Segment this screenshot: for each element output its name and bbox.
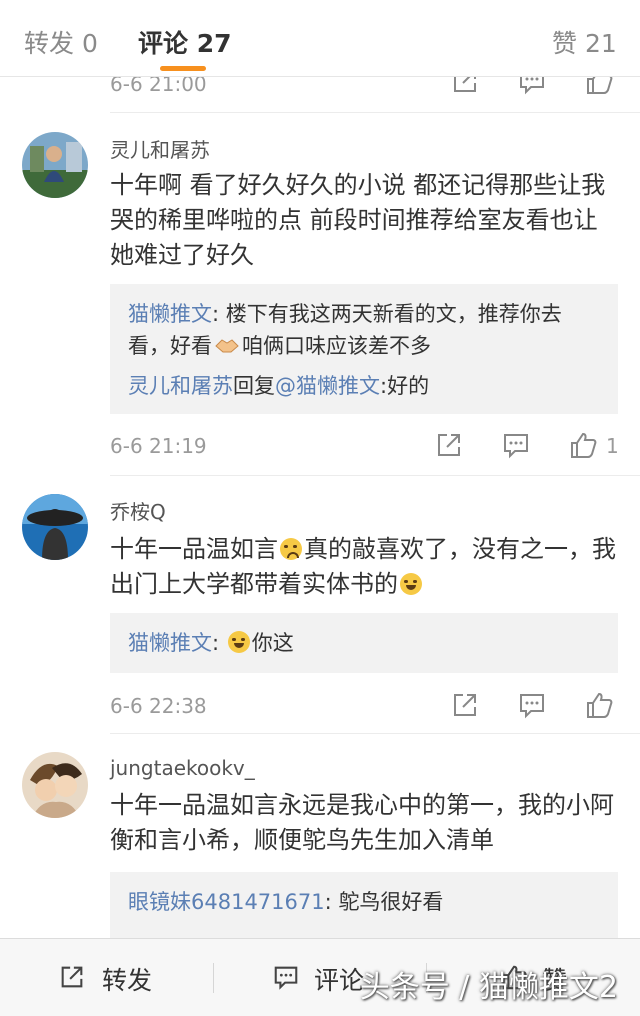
- username[interactable]: jungtaekookv_: [110, 756, 255, 780]
- active-tab-indicator: [160, 66, 206, 71]
- tab-comments[interactable]: 评论 27: [138, 24, 232, 60]
- laughing-face-icon: [400, 573, 422, 595]
- tab-likes[interactable]: 赞 21: [552, 24, 617, 60]
- mention-link[interactable]: @猫懒推文: [275, 374, 380, 398]
- like-icon[interactable]: [568, 430, 598, 460]
- repost-button[interactable]: 转发: [102, 961, 152, 997]
- comment-text-part: 十年一品温如言: [110, 535, 278, 563]
- reply-line: 猫懒推文: 你这: [128, 627, 598, 659]
- reply-line: 灵儿和屠苏回复@猫懒推文:好的: [128, 370, 598, 402]
- reply-text: 咱俩口味应该差不多: [242, 334, 431, 358]
- handshake-icon: [214, 333, 240, 355]
- comment-text: 十年啊 看了好久好久的小说 都还记得那些让我哭的稀里哗啦的点 前段时间推荐给室友…: [110, 171, 606, 269]
- avatar[interactable]: [22, 752, 88, 818]
- reply-box[interactable]: 猫懒推文: 你这: [110, 613, 618, 673]
- reply-box[interactable]: 眼镜妹6481471671: 鸵鸟很好看: [110, 872, 618, 938]
- like-count: 1: [606, 434, 619, 458]
- reply-nickname[interactable]: 灵儿和屠苏: [128, 374, 233, 398]
- reply-line: 猫懒推文: 楼下有我这两天新看的文，推荐你去看，好看 咱俩口味应该差不多: [128, 298, 598, 362]
- reply-box[interactable]: 猫懒推文: 楼下有我这两天新看的文，推荐你去看，好看 咱俩口味应该差不多 灵儿和屠…: [110, 284, 618, 414]
- reply-nickname[interactable]: 猫懒推文: [128, 631, 212, 655]
- share-icon[interactable]: [434, 430, 464, 460]
- comment-text: 十年一品温如言永远是我心中的第一，我的小阿衡和言小希，顺便鸵鸟先生加入清单: [110, 791, 614, 854]
- reply-nickname[interactable]: 猫懒推文: [128, 302, 212, 326]
- comment-button[interactable]: 评论: [314, 961, 364, 997]
- divider: [213, 963, 214, 993]
- tab-repost[interactable]: 转发 0: [24, 24, 98, 60]
- comment-icon[interactable]: [501, 430, 531, 460]
- crying-face-icon: [280, 538, 302, 560]
- comment-text: 十年一品温如言 真的敲喜欢了，没有之一，我出门上大学都带着实体书的: [110, 532, 620, 602]
- comment-icon[interactable]: [517, 690, 547, 720]
- timestamp: 6-6 22:38: [110, 694, 207, 718]
- reply-text: 你这: [251, 631, 294, 655]
- reply-line: 眼镜妹6481471671: 鸵鸟很好看: [128, 886, 598, 918]
- comment-feed: 6-6 21:00 灵儿和屠苏 十年啊 看了好久好久的小说 都还记得那些让我哭的…: [0, 0, 640, 1015]
- like-icon[interactable]: [584, 690, 614, 720]
- username[interactable]: 灵儿和屠苏: [110, 134, 210, 163]
- reply-text: :: [212, 631, 226, 655]
- reply-text: :好的: [380, 374, 430, 398]
- comment-icon[interactable]: [272, 963, 300, 991]
- divider: [110, 475, 640, 476]
- share-icon[interactable]: [450, 690, 480, 720]
- share-icon[interactable]: [58, 963, 86, 991]
- laughing-face-icon: [227, 631, 250, 653]
- avatar[interactable]: [22, 494, 88, 560]
- reply-verb: 回复: [233, 374, 275, 398]
- avatar[interactable]: [22, 132, 88, 198]
- divider: [110, 733, 640, 734]
- tab-bar: 转发 0 评论 27 赞 21: [0, 0, 640, 77]
- timestamp: 6-6 21:19: [110, 434, 207, 458]
- reply-text: : 鸵鸟很好看: [324, 890, 444, 914]
- divider: [110, 112, 640, 113]
- reply-nickname[interactable]: 眼镜妹6481471671: [128, 890, 325, 914]
- username[interactable]: 乔桉Q: [110, 496, 166, 525]
- watermark: 头条号 / 猫懒推文2: [359, 970, 618, 1005]
